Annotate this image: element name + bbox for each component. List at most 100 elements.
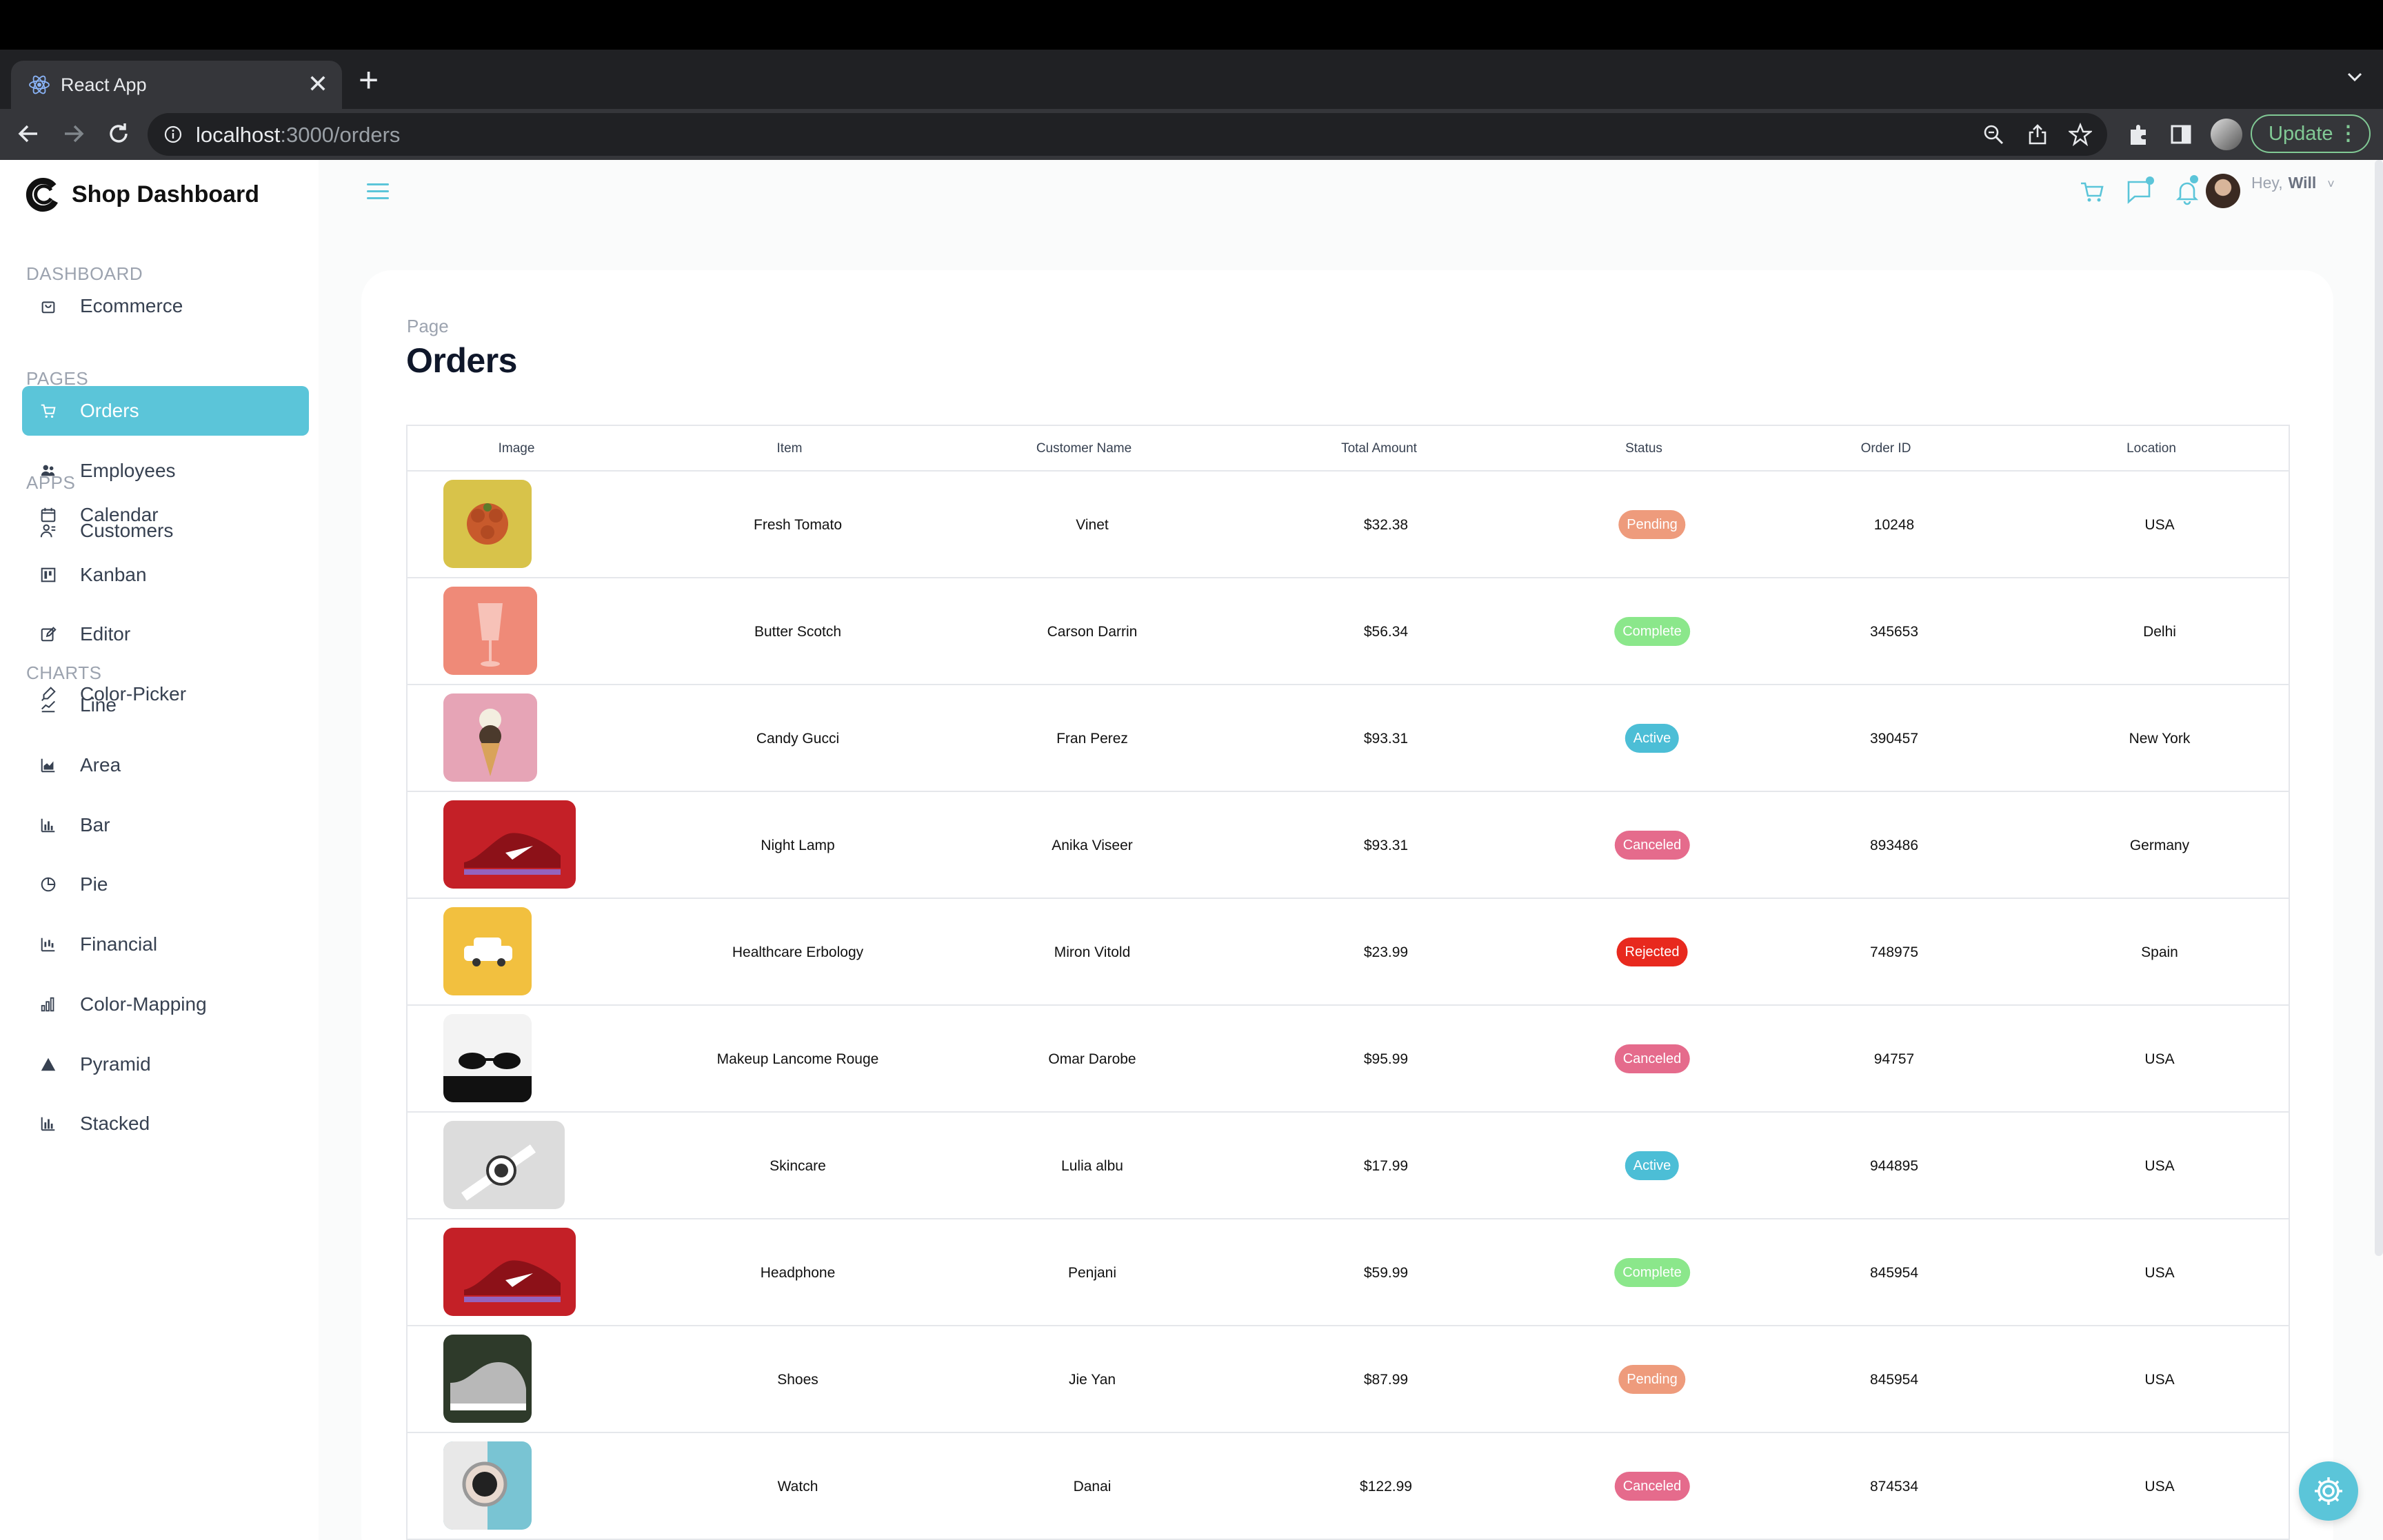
sidebar-item-label: Stacked — [80, 1113, 150, 1134]
cell-customer-name: Carson Darrin — [1047, 624, 1138, 640]
site-info-icon[interactable] — [164, 125, 182, 143]
sidebar-item-label: Pie — [80, 873, 108, 895]
update-button[interactable]: Update ⋮ — [2251, 114, 2371, 153]
product-image — [443, 480, 532, 568]
sidebar-item-label: Calendar — [80, 504, 159, 525]
product-image — [443, 1441, 532, 1530]
cell-location: Germany — [2129, 838, 2190, 853]
column-header-customer-name[interactable]: Customer Name — [1036, 441, 1132, 456]
cell-total-amount: $17.99 — [1363, 1158, 1409, 1174]
cell-customer-name: Anika Viseer — [1052, 838, 1133, 853]
zoom-icon[interactable] — [1982, 123, 2005, 146]
column-header-status[interactable]: Status — [1625, 441, 1662, 456]
side-panel-icon[interactable] — [2168, 121, 2194, 148]
sidebar-item-label: Color-Mapping — [80, 993, 207, 1015]
breadcrumb: Page — [407, 316, 449, 336]
column-header-location[interactable]: Location — [2126, 441, 2176, 456]
browser-menu-icon[interactable]: ⋮ — [2338, 116, 2358, 152]
cell-customer-name: Danai — [1073, 1479, 1112, 1495]
sidebar-item-pyramid[interactable]: Pyramid — [22, 1040, 309, 1089]
cart-header-icon[interactable] — [2078, 178, 2106, 205]
column-header-item[interactable]: Item — [777, 441, 803, 456]
column-header-order-id[interactable]: Order ID — [1861, 441, 1911, 456]
cell-total-amount: $95.99 — [1363, 1051, 1409, 1067]
cell-item: Healthcare Erbology — [732, 944, 864, 960]
table-row[interactable]: Makeup Lancome Rouge Omar Darobe $95.99 Can… — [408, 1006, 2289, 1113]
new-tab-button[interactable]: + — [359, 59, 379, 101]
cell-item: Makeup Lancome Rouge — [716, 1051, 879, 1067]
sidebar-item-kanban[interactable]: Kanban — [22, 550, 309, 600]
status-badge: Rejected — [1616, 938, 1688, 966]
product-image — [443, 1014, 532, 1102]
profile-avatar[interactable] — [2211, 119, 2242, 150]
menu-toggle-icon[interactable] — [367, 183, 389, 201]
table-row[interactable]: Night Lamp Anika Viseer $93.31 Canceled 8934… — [408, 792, 2289, 899]
sidebar-item-label: Kanban — [80, 564, 147, 585]
sidebar-item-financial[interactable]: Financial — [22, 920, 309, 969]
product-image — [443, 587, 537, 675]
sidebar-item-editor[interactable]: Editor — [22, 609, 309, 659]
status-badge: Canceled — [1614, 831, 1690, 860]
chevron-down-icon: ˅ — [2327, 177, 2335, 191]
chat-notification-dot — [2146, 176, 2154, 185]
back-arrow-icon[interactable] — [15, 120, 43, 148]
forward-arrow-icon[interactable] — [59, 120, 87, 148]
sidebar-item-line[interactable]: Line — [22, 680, 309, 730]
bookmark-star-icon[interactable] — [2069, 123, 2092, 146]
close-tab-icon[interactable]: ✕ — [308, 70, 328, 98]
sidebar-item-pie[interactable]: Pie — [22, 860, 309, 909]
user-avatar[interactable] — [2206, 174, 2240, 208]
user-greeting[interactable]: Hey, Will ˅ — [2251, 174, 2335, 192]
reload-icon[interactable] — [105, 120, 132, 148]
sidebar-item-label: Line — [80, 694, 117, 716]
sidebar-item-label: Orders — [80, 400, 139, 421]
table-row[interactable]: Headphone Penjani $59.99 Complete 845954 USA — [408, 1219, 2289, 1326]
cell-order-id: 345653 — [1869, 624, 1919, 640]
cell-total-amount: $59.99 — [1363, 1265, 1409, 1281]
cell-item: Watch — [777, 1479, 818, 1495]
brand[interactable]: Shop Dashboard — [25, 174, 259, 215]
sidebar-item-label: Editor — [80, 623, 131, 645]
tab-search-chevron-icon[interactable] — [2344, 66, 2365, 87]
sidebar-item-area[interactable]: Area — [22, 740, 309, 790]
cell-customer-name: Lulia albu — [1061, 1158, 1123, 1174]
sidebar-item-bar[interactable]: Bar — [22, 800, 309, 850]
calendar-icon — [39, 505, 58, 525]
status-badge: Pending — [1618, 1365, 1686, 1394]
cell-customer-name: Penjani — [1067, 1265, 1117, 1281]
app: Shop Dashboard DASHBOARD Ecommerce PAGES Or… — [0, 160, 2383, 1540]
settings-button[interactable] — [2299, 1461, 2358, 1521]
url-path: :3000/orders — [280, 123, 401, 147]
cell-location: USA — [2144, 1051, 2175, 1067]
scrollbar[interactable] — [2375, 160, 2383, 1256]
table-row[interactable]: Fresh Tomato Vinet $32.38 Pending 10248 USA — [408, 472, 2289, 578]
cell-order-id: 390457 — [1869, 731, 1919, 747]
column-header-total-amount[interactable]: Total Amount — [1341, 441, 1417, 456]
cell-order-id: 944895 — [1869, 1158, 1919, 1174]
shopping-bag-icon — [39, 296, 58, 316]
share-icon[interactable] — [2026, 123, 2049, 146]
product-image — [443, 1121, 565, 1209]
table-row[interactable]: Shoes Jie Yan $87.99 Pending 845954 USA — [408, 1326, 2289, 1433]
table-row[interactable]: Healthcare Erbology Miron Vitold $23.99 Rej… — [408, 899, 2289, 1006]
sidebar-item-color-mapping[interactable]: Color-Mapping — [22, 980, 309, 1029]
browser-toolbar: localhost:3000/orders — [0, 109, 2383, 160]
cell-item: Night Lamp — [761, 838, 835, 853]
column-header-image[interactable]: Image — [499, 441, 535, 456]
cell-order-id: 748975 — [1869, 944, 1919, 960]
table-row[interactable]: Candy Gucci Fran Perez $93.31 Active 390457 N… — [408, 685, 2289, 792]
grid-header: Image Item Customer Name Total Amount Status… — [408, 426, 2289, 472]
status-badge: Pending — [1618, 510, 1686, 539]
sidebar-item-ecommerce[interactable]: Ecommerce — [22, 281, 309, 331]
sidebar-item-orders[interactable]: Orders — [22, 386, 309, 436]
extensions-icon[interactable] — [2125, 121, 2151, 148]
browser-tab[interactable]: React App ✕ — [11, 61, 342, 109]
table-row[interactable]: Skincare Lulia albu $17.99 Active 944895 USA — [408, 1113, 2289, 1219]
address-bar[interactable]: localhost:3000/orders — [148, 113, 2107, 156]
table-row[interactable]: Watch Danai $122.99 Canceled 874534 USA — [408, 1433, 2289, 1540]
table-row[interactable]: Butter Scotch Carson Darrin $56.34 Complete… — [408, 578, 2289, 685]
sidebar-item-calendar[interactable]: Calendar — [22, 490, 309, 540]
cell-location: New York — [2129, 731, 2191, 747]
cell-item: Headphone — [760, 1265, 836, 1281]
sidebar-item-stacked[interactable]: Stacked — [22, 1099, 309, 1148]
